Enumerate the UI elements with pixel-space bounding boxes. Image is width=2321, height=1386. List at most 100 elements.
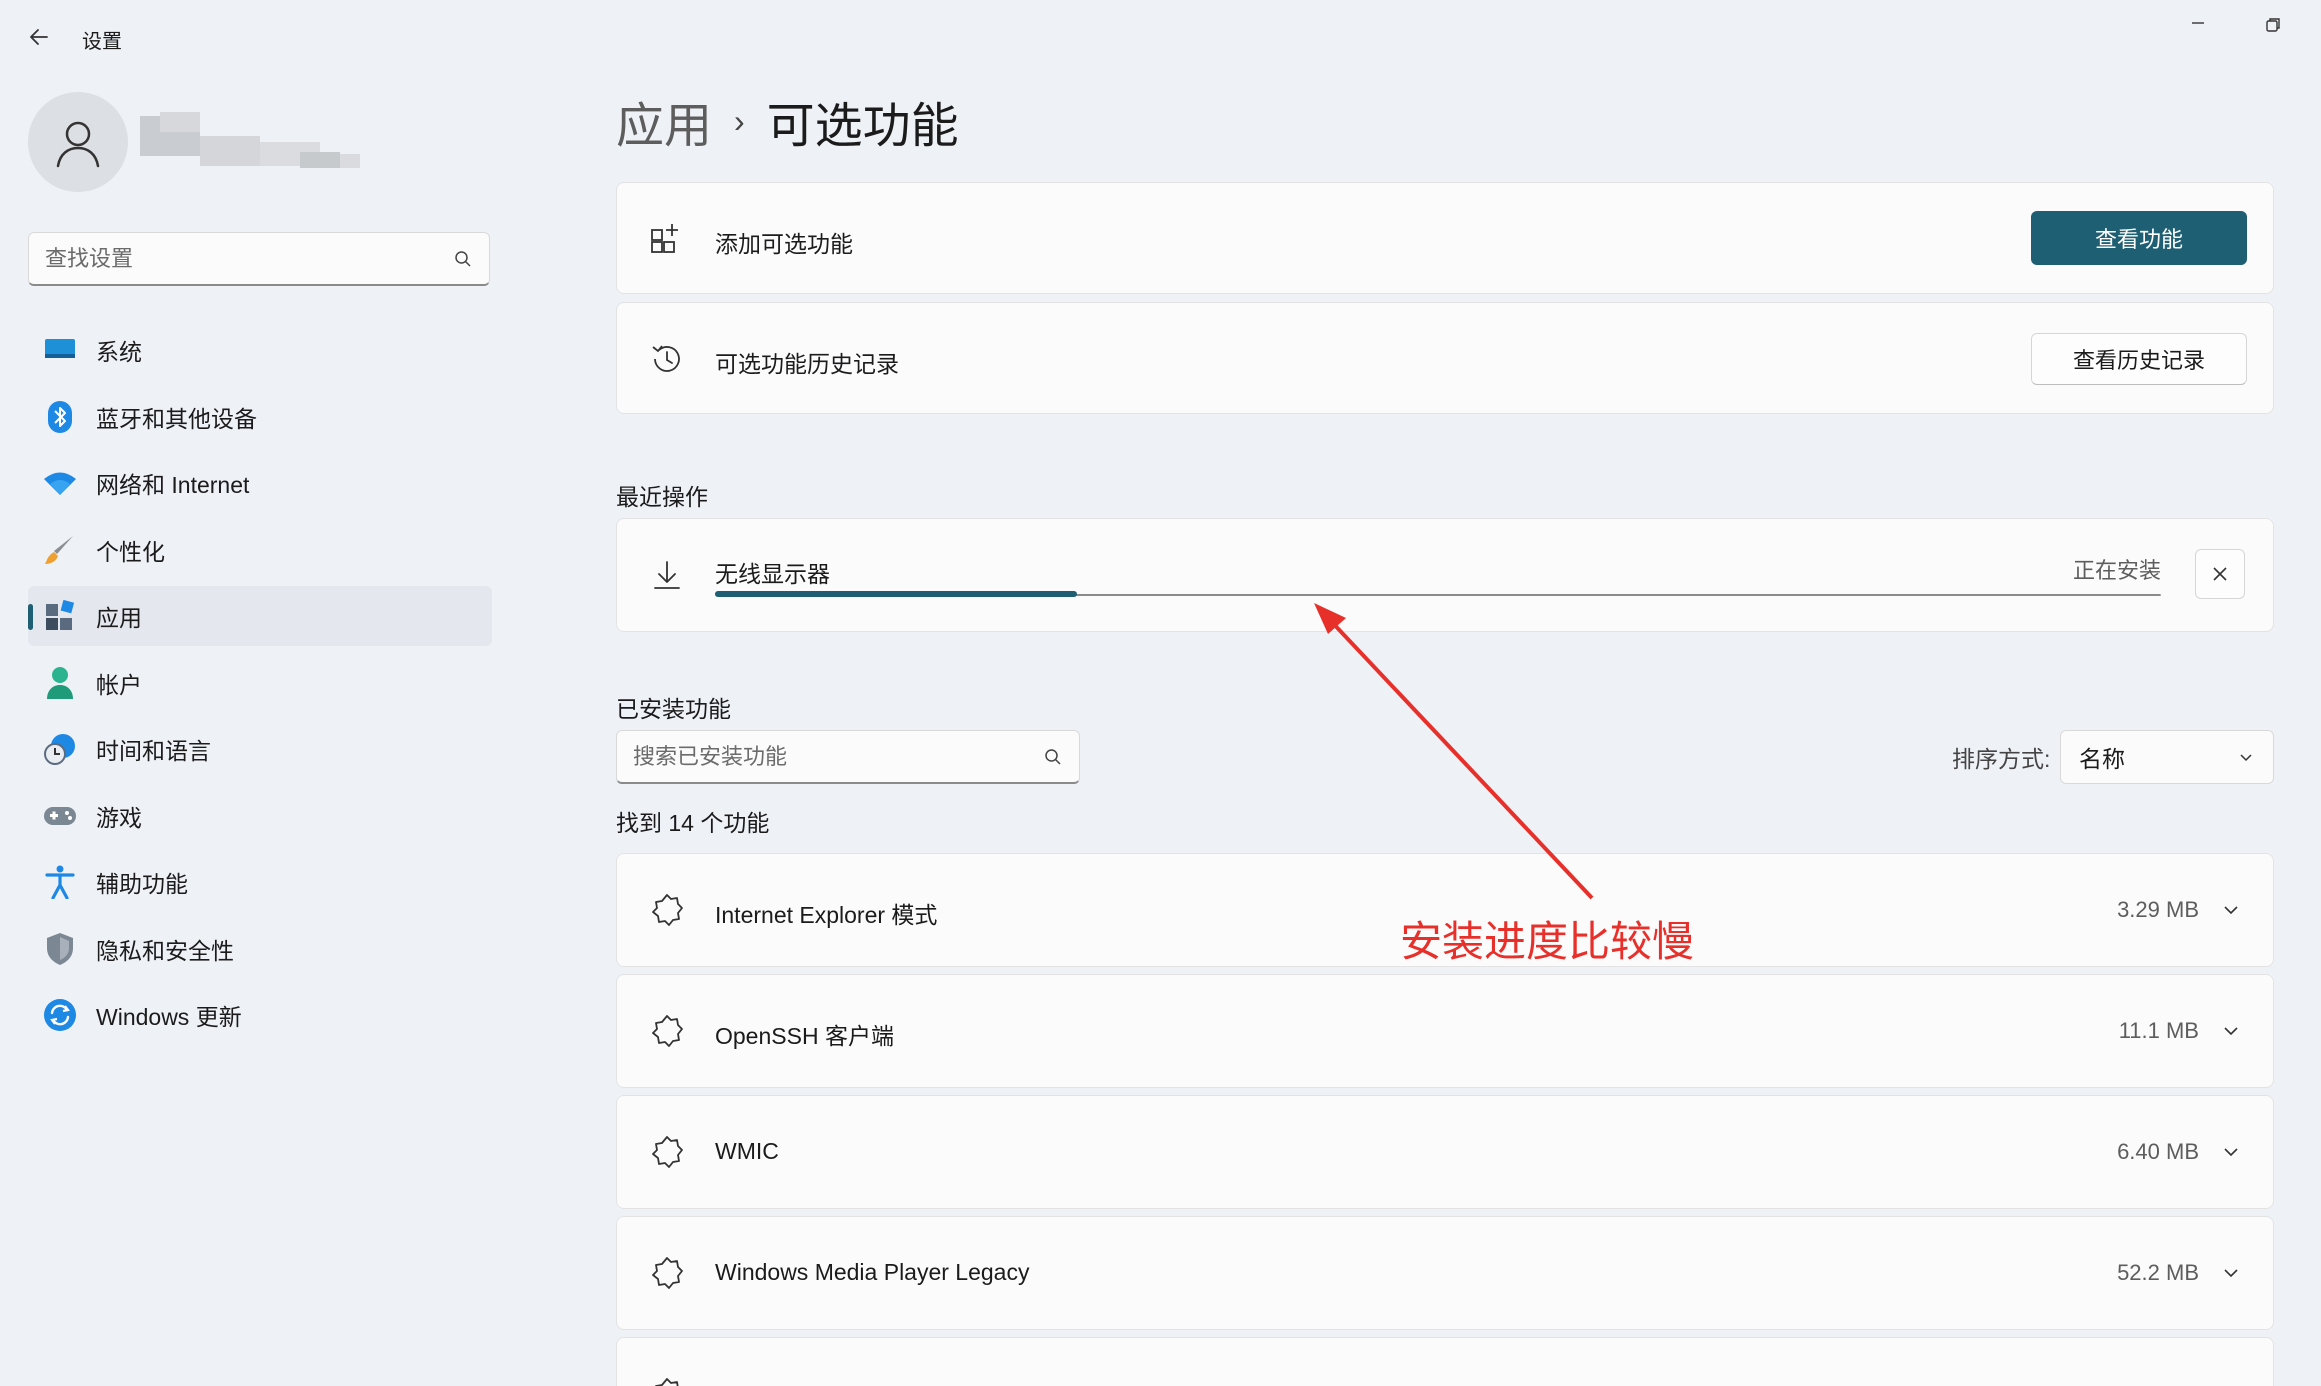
puzzle-gear-icon bbox=[647, 1132, 687, 1172]
add-feature-card: 添加可选功能 查看功能 bbox=[616, 182, 2274, 294]
view-features-button[interactable]: 查看功能 bbox=[2031, 211, 2247, 265]
account-icon bbox=[42, 665, 78, 701]
sidebar-item-accessibility[interactable]: 辅助功能 bbox=[28, 852, 492, 912]
sidebar-item-label: 蓝牙和其他设备 bbox=[96, 405, 257, 432]
expand-button[interactable] bbox=[2213, 1255, 2249, 1291]
add-feature-label: 添加可选功能 bbox=[715, 231, 853, 257]
user-name-pixelated bbox=[140, 112, 360, 178]
sidebar-item-network[interactable]: 网络和 Internet bbox=[28, 453, 492, 513]
sidebar-item-label: 系统 bbox=[96, 339, 142, 365]
monitor-icon bbox=[42, 332, 78, 368]
avatar[interactable] bbox=[28, 92, 128, 192]
sidebar-item-label: 游戏 bbox=[96, 804, 142, 831]
recent-actions-title: 最近操作 bbox=[616, 484, 708, 510]
installed-search-input[interactable] bbox=[633, 743, 1043, 770]
installed-features-title: 已安装功能 bbox=[616, 696, 731, 722]
feature-size: 6.40 MB bbox=[2117, 1139, 2199, 1164]
restore-icon bbox=[2266, 18, 2280, 32]
close-icon bbox=[2213, 567, 2227, 581]
sidebar-item-apps[interactable]: 应用 bbox=[28, 586, 492, 646]
install-status: 正在安装 bbox=[2072, 558, 2161, 583]
sidebar-item-personalization[interactable]: 个性化 bbox=[28, 520, 492, 580]
bluetooth-icon bbox=[42, 399, 78, 435]
sidebar-item-label: 个性化 bbox=[96, 538, 165, 565]
cancel-install-button[interactable] bbox=[2195, 549, 2245, 599]
chevron-down-icon bbox=[2224, 1269, 2238, 1278]
settings-search-input[interactable] bbox=[45, 245, 453, 272]
sidebar-item-label: 应用 bbox=[96, 605, 142, 631]
feature-history-card: 可选功能历史记录 查看历史记录 bbox=[616, 302, 2274, 414]
sidebar-item-bluetooth[interactable]: 蓝牙和其他设备 bbox=[28, 387, 492, 447]
expand-button[interactable] bbox=[2213, 1134, 2249, 1170]
feature-name: Windows Media Player Legacy bbox=[715, 1259, 1030, 1285]
installed-search-box[interactable] bbox=[616, 730, 1080, 784]
installing-feature-name: 无线显示器 bbox=[715, 561, 830, 587]
expand-button[interactable] bbox=[2213, 892, 2249, 928]
sidebar-item-accounts[interactable]: 帐户 bbox=[28, 653, 492, 713]
app-title: 设置 bbox=[82, 31, 122, 53]
feature-size: 52.2 MB bbox=[2117, 1260, 2199, 1285]
sort-dropdown[interactable]: 名称 bbox=[2060, 730, 2274, 784]
restore-button[interactable] bbox=[2255, 8, 2291, 44]
back-arrow-icon bbox=[30, 29, 48, 45]
expand-button[interactable] bbox=[2213, 1013, 2249, 1049]
shield-icon bbox=[42, 931, 78, 967]
sidebar-item-label: 隐私和安全性 bbox=[96, 937, 234, 964]
title-bar: 设置 bbox=[0, 0, 2321, 74]
sidebar-item-gaming[interactable]: 游戏 bbox=[28, 786, 492, 846]
sidebar-item-label: 时间和语言 bbox=[96, 738, 211, 764]
update-icon bbox=[42, 997, 78, 1033]
accessibility-icon bbox=[42, 864, 78, 900]
sidebar-item-label: 辅助功能 bbox=[96, 871, 188, 897]
sort-label: 排序方式: bbox=[1952, 746, 2051, 772]
puzzle-gear-icon bbox=[647, 1253, 687, 1293]
chevron-down-icon bbox=[2224, 1148, 2238, 1157]
gamepad-icon bbox=[42, 798, 78, 834]
feature-name: Internet Explorer 模式 bbox=[715, 902, 938, 928]
sidebar-item-time-language[interactable]: 时间和语言 bbox=[28, 719, 492, 779]
apps-icon bbox=[42, 598, 78, 634]
feature-name: OpenSSH 客户端 bbox=[715, 1023, 894, 1049]
brush-icon bbox=[42, 532, 78, 568]
feature-name: WMIC bbox=[715, 1138, 779, 1164]
puzzle-gear-icon bbox=[647, 1011, 687, 1051]
view-history-button[interactable]: 查看历史记录 bbox=[2031, 333, 2247, 385]
puzzle-gear-icon bbox=[647, 1374, 687, 1386]
feature-size: 3.29 MB bbox=[2117, 897, 2199, 922]
feature-row[interactable]: OpenSSH 客户端 11.1 MB bbox=[616, 974, 2274, 1088]
download-icon bbox=[647, 555, 687, 595]
chevron-down-icon bbox=[2240, 754, 2252, 762]
recent-action-card: 无线显示器 正在安装 bbox=[616, 518, 2274, 632]
minimize-icon bbox=[2192, 22, 2204, 24]
wifi-icon bbox=[42, 465, 78, 501]
sidebar-item-windows-update[interactable]: Windows 更新 bbox=[28, 985, 492, 1045]
sidebar-item-label: Windows 更新 bbox=[96, 1004, 242, 1030]
breadcrumb-parent[interactable]: 应用 bbox=[616, 86, 712, 156]
add-apps-icon bbox=[647, 219, 687, 259]
sidebar-item-label: 网络和 Internet bbox=[96, 472, 250, 498]
sidebar-item-label: 帐户 bbox=[96, 671, 142, 698]
page-title: 可选功能 bbox=[766, 100, 959, 153]
settings-search-box[interactable] bbox=[28, 232, 490, 286]
install-progress-fill bbox=[715, 591, 1077, 597]
history-icon bbox=[647, 339, 687, 379]
chevron-down-icon bbox=[2224, 1027, 2238, 1036]
annotation-text: 安装进度比较慢 bbox=[1400, 918, 1695, 965]
feature-row[interactable]: WMIC 6.40 MB bbox=[616, 1095, 2274, 1209]
feature-size: 11.1 MB bbox=[2118, 1018, 2199, 1043]
clock-globe-icon bbox=[42, 731, 78, 767]
settings-window: 设置 系统 蓝牙和其他设备 bbox=[0, 0, 2321, 1386]
sidebar-item-privacy[interactable]: 隐私和安全性 bbox=[28, 919, 492, 979]
search-icon bbox=[1045, 748, 1061, 765]
found-count: 找到 14 个功能 bbox=[616, 810, 770, 836]
feature-row[interactable]: Windows Media Player Legacy 52.2 MB bbox=[616, 1216, 2274, 1330]
feature-history-label: 可选功能历史记录 bbox=[715, 351, 899, 377]
sidebar-item-system[interactable]: 系统 bbox=[28, 320, 492, 380]
minimize-button[interactable] bbox=[2180, 8, 2216, 44]
sort-value: 名称 bbox=[2079, 746, 2125, 772]
back-button[interactable] bbox=[22, 20, 56, 54]
feature-row-partial[interactable] bbox=[616, 1337, 2274, 1386]
breadcrumb-separator: › bbox=[734, 102, 745, 139]
sidebar-nav: 系统 蓝牙和其他设备 网络和 Internet 个性化 应用 帐户 时间和语言 … bbox=[28, 320, 492, 1052]
breadcrumb: 应用 › 可选功能 bbox=[616, 86, 959, 156]
